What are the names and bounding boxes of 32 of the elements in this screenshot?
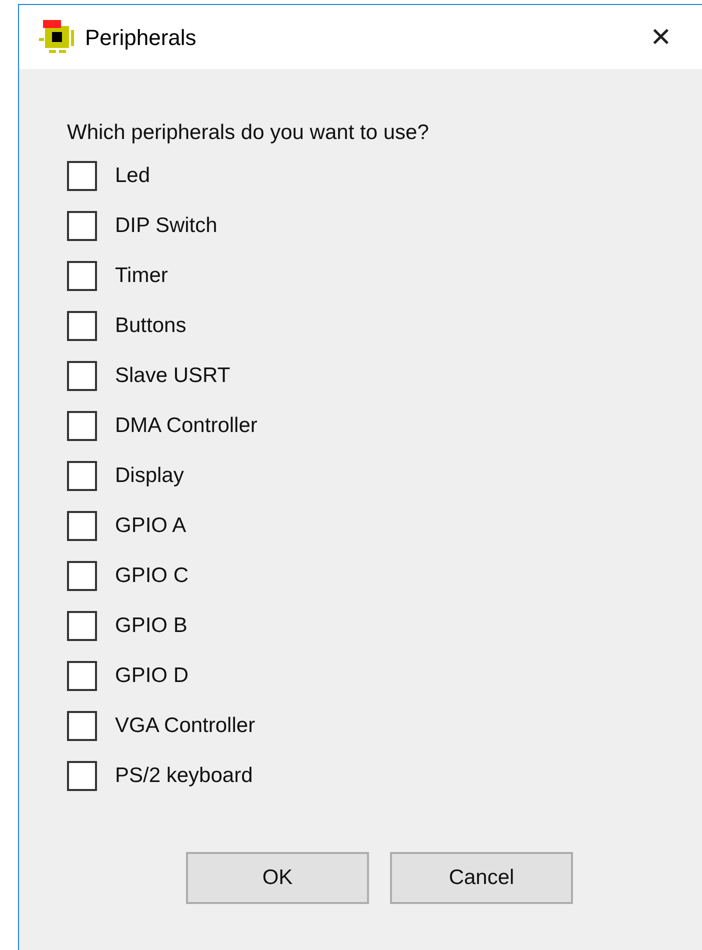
checkbox[interactable] bbox=[67, 211, 97, 241]
checkbox-label: PS/2 keyboard bbox=[115, 763, 253, 790]
checkbox[interactable] bbox=[67, 261, 97, 291]
checkbox-label: GPIO B bbox=[115, 613, 188, 640]
checkbox-label: VGA Controller bbox=[115, 713, 256, 740]
checkbox-label: GPIO A bbox=[115, 513, 186, 540]
cancel-button[interactable]: Cancel bbox=[390, 852, 573, 904]
ok-button[interactable]: OK bbox=[186, 852, 369, 904]
checkbox-label: Buttons bbox=[115, 313, 186, 340]
checkbox[interactable] bbox=[67, 161, 97, 191]
checkbox[interactable] bbox=[67, 511, 97, 541]
checkbox[interactable] bbox=[67, 661, 97, 691]
checkbox[interactable] bbox=[67, 761, 97, 791]
checkbox-label: Led bbox=[115, 163, 150, 190]
checkbox-label: GPIO D bbox=[115, 663, 189, 690]
question-label: Which peripherals do you want to use? bbox=[67, 120, 430, 146]
checkbox[interactable] bbox=[67, 411, 97, 441]
close-button[interactable]: ✕ bbox=[644, 18, 678, 56]
checkbox-label: Slave USRT bbox=[115, 363, 230, 390]
checkbox-label: Display bbox=[115, 463, 184, 490]
checkbox-label: GPIO C bbox=[115, 563, 189, 590]
checkbox[interactable] bbox=[67, 561, 97, 591]
app-icon bbox=[39, 18, 77, 56]
checkbox[interactable] bbox=[67, 361, 97, 391]
checkbox[interactable] bbox=[67, 311, 97, 341]
checkbox-label: DMA Controller bbox=[115, 413, 258, 440]
checkbox-label: Timer bbox=[115, 263, 168, 290]
checkbox[interactable] bbox=[67, 711, 97, 741]
window-title: Peripherals bbox=[85, 24, 196, 52]
checkbox[interactable] bbox=[67, 461, 97, 491]
checkbox-label: DIP Switch bbox=[115, 213, 218, 240]
checkbox[interactable] bbox=[67, 611, 97, 641]
